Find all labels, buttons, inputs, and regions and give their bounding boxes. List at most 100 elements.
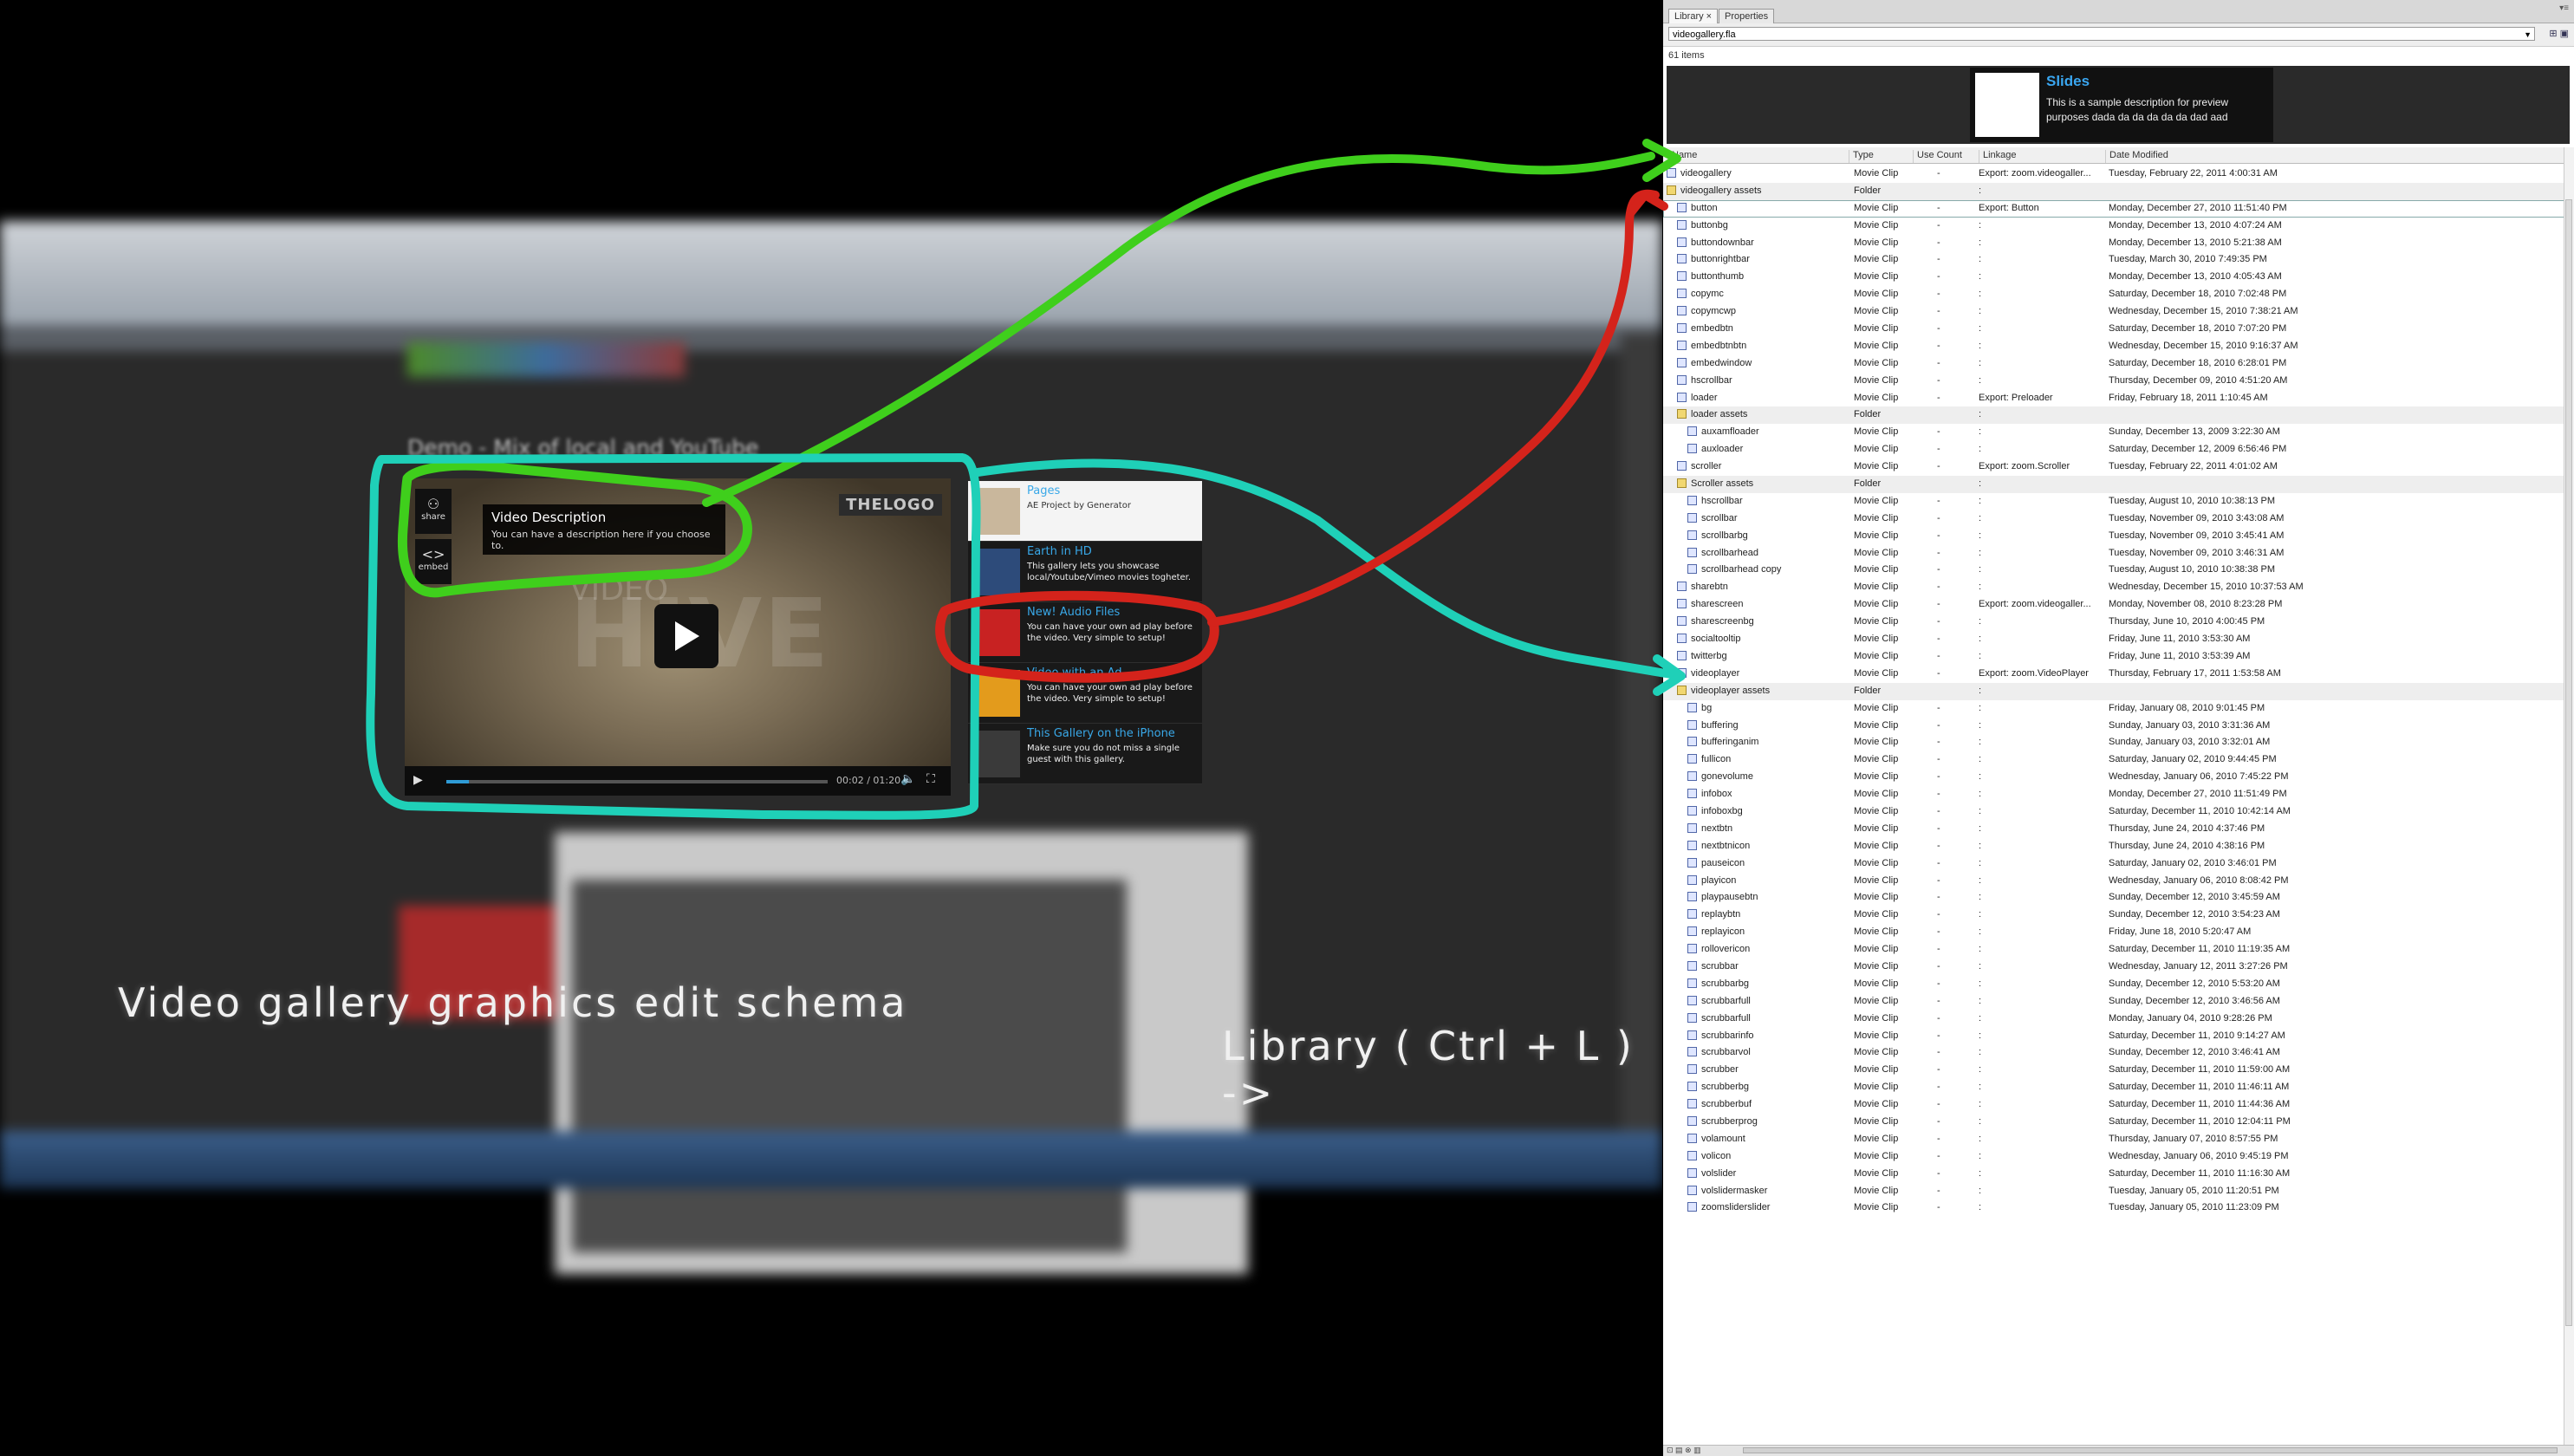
library-item-row[interactable]: twitterbg Movie Clip -: Friday, June 11, 20… (1663, 648, 2564, 666)
library-item-row[interactable]: buffering Movie Clip -: Sunday, January 03,… (1663, 718, 2564, 735)
library-item-row[interactable]: scrollbarhead copy Movie Clip -: Tuesday, A… (1663, 562, 2564, 579)
library-item-row[interactable]: scrubbarvol Movie Clip -: Sunday, December … (1663, 1044, 2564, 1062)
library-scrollbar[interactable] (2564, 147, 2574, 1446)
library-item-row[interactable]: scrubbar Movie Clip -: Wednesday, January 1… (1663, 959, 2564, 976)
item-date-modified: Wednesday, December 15, 2010 7:38:21 AM (2109, 306, 2298, 317)
library-folder-row[interactable]: loader assets Folder: (1663, 406, 2564, 425)
library-item-row[interactable]: button Movie Clip - Export: Button Monday, D… (1663, 199, 2564, 218)
library-folder-row[interactable]: Scroller assets Folder: (1663, 476, 2564, 493)
library-item-row[interactable]: auxloader Movie Clip -: Saturday, December … (1663, 441, 2564, 458)
play-button[interactable] (654, 604, 718, 668)
col-name[interactable]: Name (1668, 150, 1697, 163)
playlist-item[interactable]: Pages AE Project by Generator (968, 481, 1202, 542)
library-item-row[interactable]: videogallery Movie Clip - Export: zoom.vide… (1663, 166, 2564, 183)
library-item-row[interactable]: playicon Movie Clip -: Wednesday, January 0… (1663, 873, 2564, 890)
library-item-row[interactable]: loader Movie Clip - Export: Preloader Friday… (1663, 390, 2564, 407)
horizontal-scrollbar[interactable] (1743, 1447, 2558, 1453)
playlist-item[interactable]: Earth in HD This gallery lets you showcas… (968, 542, 1202, 602)
library-item-row[interactable]: buttonrightbar Movie Clip -: Tuesday, March… (1663, 251, 2564, 269)
document-select[interactable]: videogallery.fla ▼ (1668, 27, 2535, 41)
playlist: Pages AE Project by Generator Earth in HD T… (968, 481, 1202, 784)
scrub-bar[interactable] (446, 780, 828, 783)
movie-clip-icon (1677, 323, 1687, 334)
library-item-row[interactable]: scrubbarfull Movie Clip -: Monday, January … (1663, 1011, 2564, 1028)
library-item-row[interactable]: fullicon Movie Clip -: Saturday, January 02… (1663, 751, 2564, 769)
library-item-row[interactable]: sharebtn Movie Clip -: Wednesday, December … (1663, 579, 2564, 596)
library-item-row[interactable]: hscrollbar Movie Clip -: Tuesday, August 10… (1663, 493, 2564, 510)
library-item-row[interactable]: buttondownbar Movie Clip -: Monday, Decembe… (1663, 235, 2564, 252)
library-item-row[interactable]: infobox Movie Clip -: Monday, December 27, … (1663, 786, 2564, 803)
library-item-row[interactable]: scrollbarhead Movie Clip -: Tuesday, Novemb… (1663, 545, 2564, 562)
library-item-row[interactable]: copymc Movie Clip -: Saturday, December 18,… (1663, 286, 2564, 303)
library-item-row[interactable]: bg Movie Clip -: Friday, January 08, 2010 9… (1663, 700, 2564, 718)
fullscreen-icon[interactable]: ⛶ (926, 772, 935, 786)
library-item-row[interactable]: scrubberbuf Movie Clip -: Saturday, Decembe… (1663, 1096, 2564, 1114)
item-date-modified: Tuesday, November 09, 2010 3:46:31 AM (2109, 547, 2285, 558)
playlist-item[interactable]: This Gallery on the iPhone Make sure you … (968, 724, 1202, 784)
library-item-row[interactable]: scrubber Movie Clip -: Saturday, December 1… (1663, 1062, 2564, 1079)
library-item-row[interactable]: scrollbarbg Movie Clip -: Tuesday, November… (1663, 528, 2564, 545)
col-linkage[interactable]: Linkage (1979, 150, 2017, 163)
library-item-row[interactable]: buttonthumb Movie Clip -: Monday, December … (1663, 269, 2564, 286)
panel-menu-icon[interactable]: ▾≡ (2559, 3, 2569, 13)
library-item-row[interactable]: scroller Movie Clip - Export: zoom.Scroller… (1663, 458, 2564, 476)
library-item-row[interactable]: replaybtn Movie Clip -: Sunday, December 12… (1663, 907, 2564, 924)
library-item-row[interactable]: volslider Movie Clip -: Saturday, December … (1663, 1166, 2564, 1183)
volume-icon[interactable]: 🔈 (900, 772, 915, 786)
scrollbar-thumb[interactable] (2565, 199, 2572, 1326)
library-item-row[interactable]: scrubberbg Movie Clip -: Saturday, December… (1663, 1079, 2564, 1096)
library-item-row[interactable]: volicon Movie Clip -: Wednesday, January 06… (1663, 1148, 2564, 1166)
library-item-row[interactable]: embedwindow Movie Clip -: Saturday, Decembe… (1663, 355, 2564, 373)
col-date-modified[interactable]: Date Modified (2105, 150, 2168, 163)
new-symbol-icon[interactable]: ⊡ ▤ ⊗ ▥ (1667, 1446, 1701, 1455)
video-player[interactable]: VIDEO HIVE THELOGO ⚇ share <> embed Vide… (405, 478, 951, 796)
library-item-row[interactable]: nextbtnicon Movie Clip -: Thursday, June 24… (1663, 838, 2564, 855)
item-linkage: : (1979, 771, 1982, 783)
tab-properties[interactable]: Properties (1719, 9, 1775, 23)
library-item-row[interactable]: volamount Movie Clip -: Thursday, January 0… (1663, 1131, 2564, 1148)
library-item-row[interactable]: socialtooltip Movie Clip -: Friday, June 11… (1663, 631, 2564, 648)
library-item-row[interactable]: embedbtn Movie Clip -: Saturday, December 1… (1663, 321, 2564, 338)
library-item-row[interactable]: zoomsliderslider Movie Clip -: Tuesday, Jan… (1663, 1199, 2564, 1217)
library-item-row[interactable]: buttonbg Movie Clip -: Monday, December 13,… (1663, 218, 2564, 235)
library-item-row[interactable]: scrollbar Movie Clip -: Tuesday, November 0… (1663, 510, 2564, 528)
library-item-row[interactable]: infoboxbg Movie Clip -: Saturday, December … (1663, 803, 2564, 821)
embed-button[interactable]: <> embed (415, 539, 452, 584)
col-use-count[interactable]: Use Count (1913, 150, 1962, 163)
library-item-row[interactable]: rollovericon Movie Clip -: Saturday, Decemb… (1663, 941, 2564, 959)
library-item-row[interactable]: hscrollbar Movie Clip -: Thursday, December… (1663, 373, 2564, 390)
playlist-item[interactable]: Video with an Ad You can have your own ad… (968, 663, 1202, 724)
item-name: scrubbarbg (1701, 978, 1750, 989)
item-type: Folder (1854, 409, 1882, 420)
playlist-item[interactable]: New! Audio Files You can have your own ad… (968, 602, 1202, 663)
library-item-row[interactable]: scrubbarfull Movie Clip -: Sunday, December… (1663, 993, 2564, 1011)
library-item-row[interactable]: scrubberprog Movie Clip -: Saturday, Decemb… (1663, 1114, 2564, 1131)
library-folder-row[interactable]: videoplayer assets Folder: (1663, 682, 2564, 700)
col-type[interactable]: Type (1849, 150, 1874, 163)
library-item-list: videogallery Movie Clip - Export: zoom.vide… (1663, 166, 2564, 1217)
library-item-row[interactable]: replayicon Movie Clip -: Friday, June 18, 2… (1663, 924, 2564, 941)
library-folder-row[interactable]: videogallery assets Folder: (1663, 182, 2564, 200)
library-item-row[interactable]: copymcwp Movie Clip -: Wednesday, December … (1663, 303, 2564, 321)
library-item-row[interactable]: auxamfloader Movie Clip -: Sunday, December… (1663, 424, 2564, 441)
library-item-row[interactable]: scrubbarbg Movie Clip -: Sunday, December 1… (1663, 976, 2564, 993)
library-item-row[interactable]: scrubbarinfo Movie Clip -: Saturday, Decemb… (1663, 1028, 2564, 1045)
library-item-row[interactable]: gonevolume Movie Clip -: Wednesday, January… (1663, 769, 2564, 786)
library-item-row[interactable]: pauseicon Movie Clip -: Saturday, January 0… (1663, 855, 2564, 873)
library-item-row[interactable]: volslidermasker Movie Clip -: Tuesday, Janu… (1663, 1183, 2564, 1200)
movie-clip-icon (1687, 1047, 1697, 1057)
library-item-row[interactable]: sharescreen Movie Clip - Export: zoom.video… (1663, 596, 2564, 614)
library-item-row[interactable]: embedbtnbtn Movie Clip -: Wednesday, Decemb… (1663, 338, 2564, 355)
pin-icon[interactable]: ⊞ ▣ (2549, 28, 2569, 39)
library-item-row[interactable]: bufferinganim Movie Clip -: Sunday, January… (1663, 734, 2564, 751)
library-item-row[interactable]: playpausebtn Movie Clip -: Sunday, December… (1663, 889, 2564, 907)
library-item-row[interactable]: nextbtn Movie Clip -: Thursday, June 24, 20… (1663, 821, 2564, 838)
item-name: volamount (1701, 1133, 1745, 1144)
item-type: Movie Clip (1854, 1099, 1899, 1110)
tab-library[interactable]: Library × (1668, 9, 1719, 23)
item-type: Movie Clip (1854, 1202, 1899, 1213)
library-item-row[interactable]: sharescreenbg Movie Clip -: Thursday, June … (1663, 614, 2564, 631)
small-play-button[interactable]: ▶ (413, 773, 423, 787)
share-button[interactable]: ⚇ share (415, 489, 452, 534)
library-item-row[interactable]: videoplayer Movie Clip - Export: zoom.Video… (1663, 666, 2564, 683)
